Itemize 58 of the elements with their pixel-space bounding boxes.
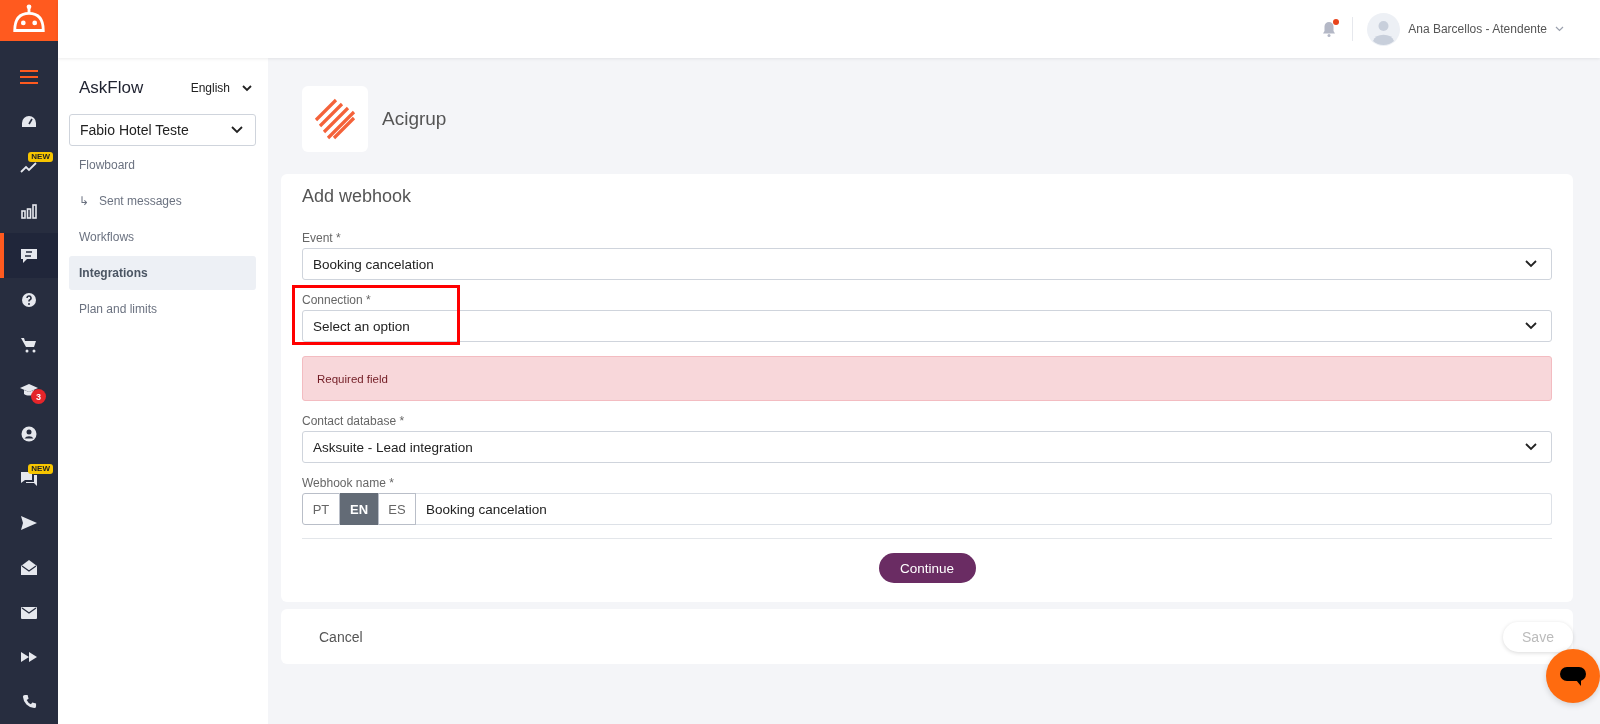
rail-item[interactable]: 3 <box>0 367 58 412</box>
chevron-down-icon <box>242 84 252 92</box>
field-label: Connection * <box>302 293 372 307</box>
cancel-button[interactable]: Cancel <box>319 628 363 645</box>
chevron-down-icon <box>1525 260 1537 268</box>
envelope-icon <box>21 606 37 619</box>
nav-item[interactable]: Flowboard <box>69 148 256 182</box>
field-label: Contact database * <box>302 414 406 428</box>
nav-subitem[interactable]: ↳ Sent messages <box>69 184 256 218</box>
chat-bubbles-icon <box>20 470 38 487</box>
product-name: AskFlow <box>79 78 144 98</box>
avatar-icon <box>1367 12 1401 46</box>
fast-forward-icon <box>21 652 37 663</box>
chevron-down-icon <box>231 126 243 134</box>
select-field[interactable]: Select an option <box>302 310 1552 342</box>
cart-icon <box>21 336 37 353</box>
sub-arrow: ↳ <box>79 194 89 208</box>
language-toggle[interactable]: EN <box>340 493 378 525</box>
rail-item[interactable]: NEW <box>0 144 58 189</box>
chevron-down-icon <box>1555 26 1564 32</box>
chat-launcher-button[interactable] <box>1546 649 1600 703</box>
chevron-down-icon <box>1525 322 1537 330</box>
integration-name: Acigrup <box>382 108 447 130</box>
rail-item[interactable] <box>0 233 58 279</box>
new-badge: NEW <box>28 464 53 475</box>
menu-icon <box>20 70 38 85</box>
bot-logo[interactable] <box>0 0 58 42</box>
help-icon <box>21 292 37 309</box>
field-label: Event * <box>302 231 342 245</box>
bar-chart-icon <box>21 203 37 220</box>
phone-icon <box>21 694 37 710</box>
language-toggle[interactable]: ES <box>378 493 416 525</box>
integration-logo <box>302 86 368 152</box>
nav-item[interactable]: Integrations <box>69 256 256 290</box>
rail-item[interactable]: NEW <box>0 456 58 502</box>
form-title: Add webhook <box>302 186 413 207</box>
language-select[interactable]: English <box>190 81 256 95</box>
nav-item[interactable]: Plan and limits <box>69 292 256 326</box>
error-alert: Required field <box>302 356 1552 401</box>
select-field[interactable]: Booking cancelation <box>302 248 1552 280</box>
text-input[interactable]: Booking cancelation <box>416 493 1552 525</box>
user-icon <box>21 426 37 443</box>
chat-bubble-icon <box>1560 665 1586 687</box>
continue-button[interactable]: Continue <box>878 553 976 583</box>
open-envelope-icon <box>21 560 37 576</box>
select-field[interactable]: Asksuite - Lead integration <box>302 431 1552 463</box>
user-menu[interactable]: Ana Barcellos - Atendente <box>1367 12 1564 46</box>
language-toggle[interactable]: PT <box>302 493 340 525</box>
nav-item[interactable]: Workflows <box>69 220 256 254</box>
notification-bell-icon[interactable] <box>1322 21 1337 37</box>
send-icon <box>21 516 37 531</box>
trend-icon <box>20 160 38 173</box>
property-select[interactable]: Fabio Hotel Teste <box>69 114 256 146</box>
count-badge: 3 <box>31 389 46 405</box>
gauge-icon <box>21 115 37 129</box>
chevron-down-icon <box>1525 443 1537 451</box>
field-label: Webhook name * <box>302 476 395 490</box>
new-badge: NEW <box>28 152 53 163</box>
